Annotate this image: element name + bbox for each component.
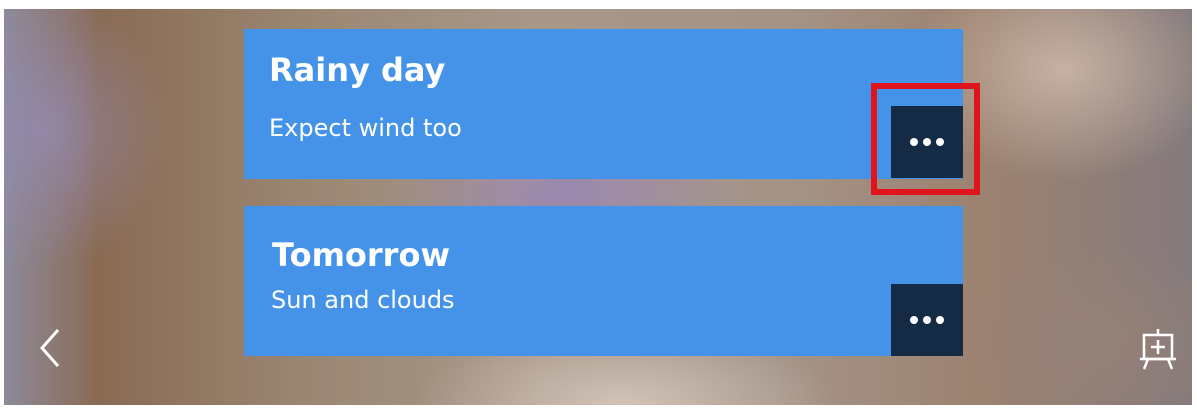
presentation-board-icon (1140, 329, 1176, 370)
presentation-button[interactable] (1138, 327, 1178, 371)
ellipsis-icon (936, 316, 944, 324)
more-options-button[interactable] (891, 106, 963, 178)
ellipsis-icon (923, 316, 931, 324)
ellipsis-icon (910, 138, 918, 146)
chevron-left-icon (39, 329, 60, 367)
app-screen: Rainy day Expect wind too Tomorrow Sun a… (0, 0, 1197, 409)
back-button[interactable] (34, 326, 66, 370)
card-title: Tomorrow (272, 236, 450, 274)
ellipsis-icon (910, 316, 918, 324)
card-title: Rainy day (269, 51, 446, 89)
list-card-tomorrow[interactable]: Tomorrow Sun and clouds (244, 206, 963, 356)
list-card-rainy-day[interactable]: Rainy day Expect wind too (244, 29, 963, 179)
ellipsis-icon (936, 138, 944, 146)
more-options-button[interactable] (891, 284, 963, 356)
card-subtitle: Sun and clouds (271, 286, 455, 314)
card-subtitle: Expect wind too (269, 114, 462, 142)
ellipsis-icon (923, 138, 931, 146)
